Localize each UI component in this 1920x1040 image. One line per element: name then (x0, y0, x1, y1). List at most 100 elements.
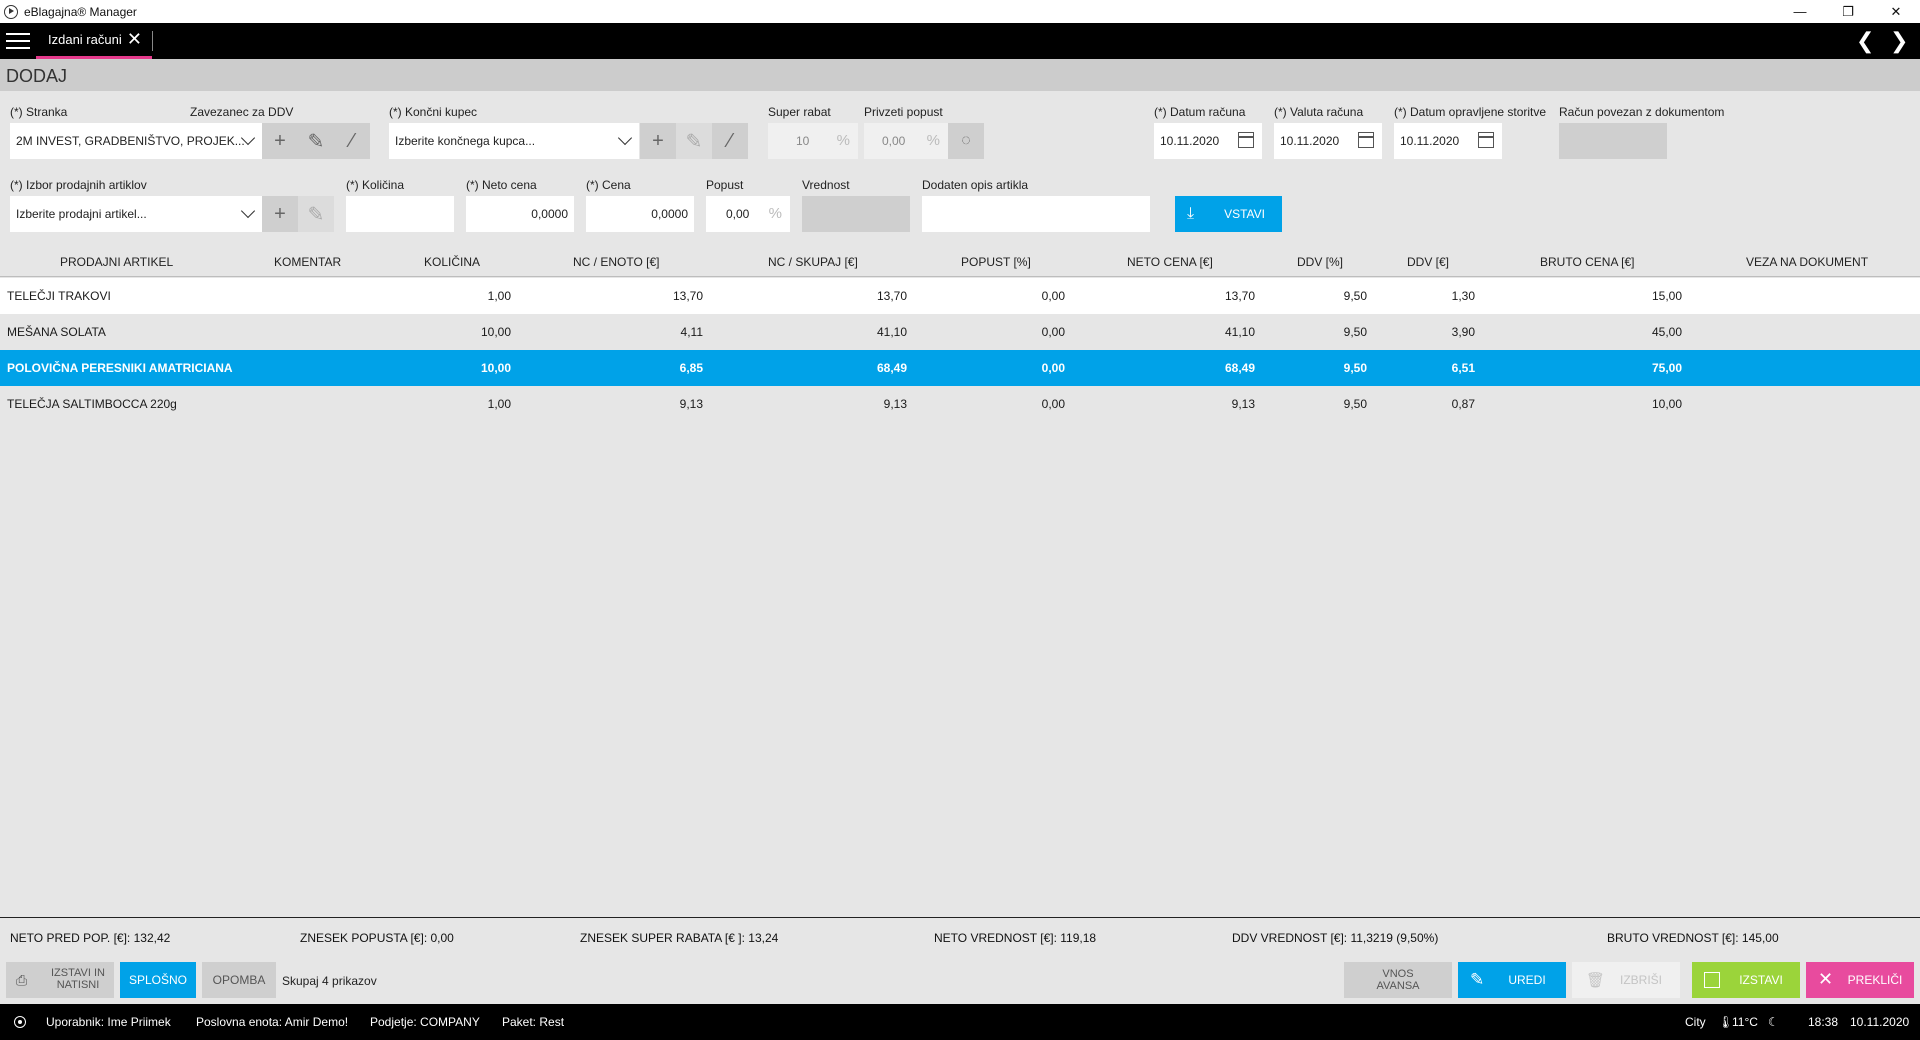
calendar-icon[interactable] (1358, 132, 1374, 148)
vrednost-field (802, 196, 910, 232)
vnos-avansa-button[interactable]: VNOS AVANSA (1344, 962, 1452, 998)
cell-nc-skupaj: 41,10 (876, 325, 907, 339)
col-ddv-eur[interactable]: DDV [€] (1407, 255, 1449, 269)
splosno-label: SPLOŠNO (128, 973, 188, 987)
zavezanec-label: Zavezanec za DDV (190, 105, 294, 119)
chevron-down-icon (619, 134, 631, 146)
koncni-kupec-select[interactable]: Izberite končnega kupca... (389, 123, 639, 159)
datum-storitve-label: (*) Datum opravljene storitve (1394, 105, 1547, 119)
cell-artikel: TELEČJI TRAKOVI (7, 289, 111, 303)
status-bar: Uporabnik: Ime Priimek Poslovna enota: A… (0, 1004, 1920, 1040)
app-logo-icon (4, 4, 18, 19)
vstavi-label: VSTAVI (1224, 207, 1265, 221)
vnos-avansa-label-2: AVANSA (1376, 980, 1420, 992)
kolicina-input[interactable] (346, 196, 454, 232)
cell-nc-skupaj: 13,70 (876, 289, 907, 303)
uredi-label: UREDI (1508, 973, 1546, 987)
povezan-dokument-field[interactable] (1559, 123, 1667, 159)
table-row[interactable]: MEŠANA SOLATA 10,00 4,11 41,10 0,00 41,1… (0, 314, 1920, 350)
total-neto-vrednost: NETO VREDNOST [€]: 119,18 (934, 931, 1097, 945)
clear-stranka-button[interactable]: ⁄ (334, 123, 370, 159)
cena-input[interactable]: 0,0000 (586, 196, 694, 232)
datum-racuna-input[interactable]: 10.11.2020 (1154, 123, 1262, 159)
artikli-select[interactable]: Izberite prodajni artikel... (10, 196, 262, 232)
window-title: eBlagajna® Manager (24, 4, 137, 19)
cell-nc-enoto: 13,70 (672, 289, 703, 303)
edit-stranka-button[interactable]: ✎ (298, 123, 334, 159)
col-prodajni-artikel[interactable]: PRODAJNI ARTIKEL (60, 255, 173, 269)
neto-cena-input[interactable]: 0,0000 (466, 196, 574, 232)
refresh-icon: ◌ (961, 132, 971, 149)
table-row[interactable]: TELEČJI TRAKOVI 1,00 13,70 13,70 0,00 13… (0, 278, 1920, 314)
cell-kolicina: 10,00 (480, 325, 511, 339)
privzeti-popust-input[interactable]: 0,00 % (864, 123, 948, 159)
splosno-button[interactable]: SPLOŠNO (120, 962, 196, 998)
calendar-icon[interactable] (1238, 132, 1254, 148)
cell-popust: 0,00 (1041, 325, 1065, 339)
minimize-button[interactable]: — (1776, 0, 1824, 23)
col-komentar[interactable]: KOMENTAR (274, 255, 341, 269)
cell-ddv-pct: 9,50 (1343, 325, 1367, 339)
valuta-racuna-input[interactable]: 10.11.2020 (1274, 123, 1382, 159)
total-bruto-vrednost: BRUTO VREDNOST [€]: 145,00 (1607, 931, 1779, 945)
tab-close-icon[interactable]: ✕ (127, 29, 142, 50)
brush-icon: ⁄ (728, 129, 732, 152)
cell-bruto: 75,00 (1651, 361, 1682, 375)
percent-icon: % (926, 132, 940, 149)
cell-popust: 0,00 (1041, 361, 1065, 375)
edit-kupec-button[interactable]: ✎ (676, 123, 712, 159)
table-row[interactable]: TELEČJA SALTIMBOCCA 220g 1,00 9,13 9,13 … (0, 386, 1920, 422)
super-rabat-input[interactable]: 10 % (768, 123, 858, 159)
datum-racuna-label: (*) Datum računa (1154, 105, 1246, 119)
stranka-select[interactable]: 2M INVEST, GRADBENIŠTVO, PROJEK... (10, 123, 262, 159)
izbrisi-button[interactable]: 🗑 IZBRIŠI (1572, 962, 1680, 998)
izstavi-button[interactable]: IZSTAVI (1692, 962, 1800, 998)
trash-icon: 🗑 (1586, 972, 1606, 989)
add-stranka-button[interactable]: + (262, 123, 298, 159)
col-bruto-cena[interactable]: BRUTO CENA [€] (1540, 255, 1634, 269)
clear-kupec-button[interactable]: ⁄ (712, 123, 748, 159)
col-veza-na-dokument[interactable]: VEZA NA DOKUMENT (1746, 255, 1868, 269)
opomba-label: OPOMBA (212, 973, 266, 987)
tab-izdani-racuni[interactable]: Izdani računi ✕ (36, 23, 152, 59)
datum-storitve-input[interactable]: 10.11.2020 (1394, 123, 1502, 159)
status-podjetje: Podjetje: COMPANY (370, 1015, 480, 1029)
status-user: Uporabnik: Ime Priimek (46, 1015, 171, 1029)
nav-back-icon[interactable]: ❮ (1856, 29, 1874, 54)
uredi-button[interactable]: ✎ UREDI (1458, 962, 1566, 998)
menu-icon[interactable] (6, 33, 30, 49)
add-artikel-button[interactable]: + (262, 196, 298, 232)
cell-ddv-pct: 9,50 (1343, 289, 1367, 303)
total-ddv-vrednost: DDV VREDNOST [€]: 11,3219 (9,50%) (1232, 931, 1439, 945)
vrednost-label: Vrednost (802, 178, 850, 192)
total-znesek-popusta: ZNESEK POPUSTA [€]: 0,00 (300, 931, 454, 945)
opis-input[interactable] (922, 196, 1150, 232)
close-window-button[interactable]: ✕ (1872, 0, 1920, 23)
vstavi-button[interactable]: ⤓ VSTAVI (1175, 196, 1282, 232)
cell-ddv-pct: 9,50 (1343, 397, 1367, 411)
col-ddv-pct[interactable]: DDV [%] (1297, 255, 1343, 269)
preklici-button[interactable]: ✕ PREKLIČI (1806, 962, 1914, 998)
privzeti-popust-label: Privzeti popust (864, 105, 943, 119)
table-header: PRODAJNI ARTIKEL KOMENTAR KOLIČINA NC / … (0, 247, 1920, 277)
col-kolicina[interactable]: KOLIČINA (424, 255, 480, 269)
col-popust[interactable]: POPUST [%] (961, 255, 1031, 269)
opomba-button[interactable]: OPOMBA (202, 962, 276, 998)
page-header: DODAJ (0, 59, 1920, 91)
add-kupec-button[interactable]: + (640, 123, 676, 159)
pencil-icon: ✎ (1470, 970, 1485, 989)
reset-popust-button[interactable]: ◌ (948, 123, 984, 159)
col-nc-skupaj[interactable]: NC / SKUPAJ [€] (768, 255, 858, 269)
table-row-selected[interactable]: POLOVIČNA PERESNIKI AMATRICIANA 10,00 6,… (0, 350, 1920, 386)
popust-input[interactable]: 0,00 % (706, 196, 790, 232)
izstavi-natisni-button[interactable]: ⎙ IZSTAVI IN NATISNI (6, 962, 114, 998)
edit-artikel-button[interactable]: ✎ (298, 196, 334, 232)
col-neto-cena[interactable]: NETO CENA [€] (1127, 255, 1213, 269)
printer-icon: ⎙ (16, 972, 28, 988)
pencil-icon: ✎ (307, 203, 325, 226)
restore-button[interactable]: ❐ (1824, 0, 1872, 23)
col-nc-enoto[interactable]: NC / ENOTO [€] (573, 255, 659, 269)
calendar-icon[interactable] (1478, 132, 1494, 148)
settings-icon[interactable] (14, 1016, 26, 1028)
nav-forward-icon[interactable]: ❯ (1890, 29, 1908, 54)
